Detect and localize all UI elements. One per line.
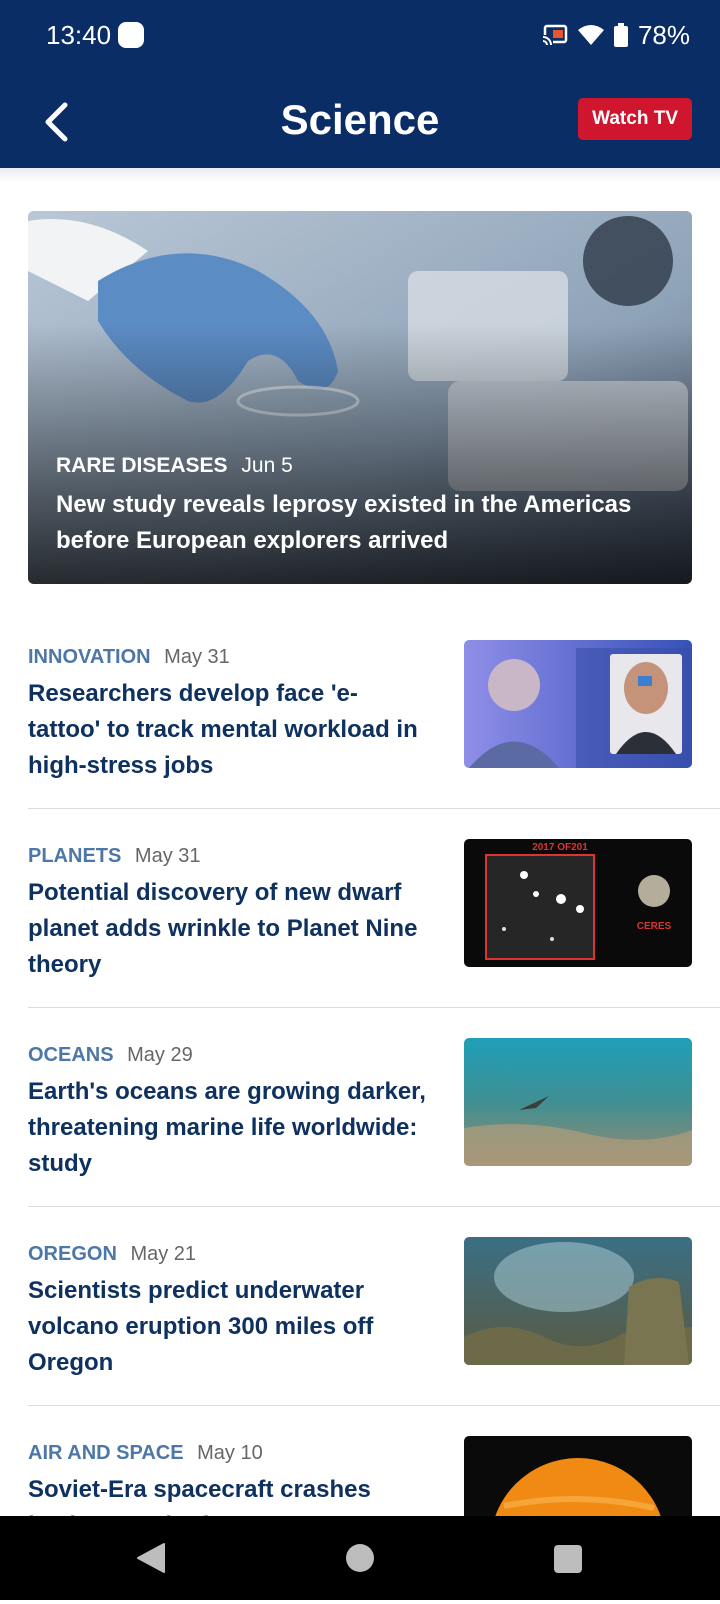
article-thumbnail[interactable] [464,1038,692,1166]
article-meta: AIR AND SPACE May 10 [28,1438,263,1468]
ocean-thumbnail-image [464,1038,692,1166]
article-date: May 31 [164,646,230,668]
article-item[interactable]: PLANETS May 31 Potential discovery of ne… [28,809,720,1008]
article-category[interactable]: INNOVATION [28,646,151,668]
cast-icon [541,24,568,46]
volcano-thumbnail-image [464,1237,692,1365]
article-category[interactable]: PLANETS [28,845,121,867]
article-meta: INNOVATION May 31 [28,642,230,672]
watch-tv-button[interactable]: Watch TV [578,98,692,140]
article-meta: OCEANS May 29 [28,1040,193,1070]
article-title[interactable]: Researchers develop face 'e-tattoo' to t… [28,676,428,784]
back-triangle-icon[interactable] [136,1542,166,1574]
article-thumbnail[interactable] [464,640,692,768]
article-category[interactable]: AIR AND SPACE [28,1442,184,1464]
article-item[interactable]: INNOVATION May 31 Researchers develop fa… [28,610,720,809]
thumbnail-label: 2017 OF201 [532,842,588,853]
article-item[interactable]: OREGON May 21 Scientists predict underwa… [28,1207,720,1406]
article-thumbnail[interactable]: 2017 OF201 CERES [464,839,692,967]
status-bar: 13:40 78% [0,0,720,72]
notification-icon [118,22,144,48]
app-bar-shadow [0,168,720,182]
home-circle-icon[interactable] [346,1544,374,1572]
article-item[interactable]: OCEANS May 29 Earth's oceans are growing… [28,1008,720,1207]
hero-category[interactable]: RARE DISEASES [56,454,228,477]
system-navigation-bar [0,1516,720,1600]
article-category[interactable]: OREGON [28,1243,117,1265]
hero-meta: RARE DISEASES Jun 5 [56,451,293,481]
battery-icon [613,23,628,47]
dwarf-planet-thumbnail-image: 2017 OF201 CERES [464,839,692,967]
article-title[interactable]: Scientists predict underwater volcano er… [28,1273,428,1381]
article-meta: OREGON May 21 [28,1239,196,1269]
hero-article[interactable]: RARE DISEASES Jun 5 New study reveals le… [28,211,692,584]
article-date: May 29 [127,1044,193,1066]
article-date: May 31 [134,845,201,867]
article-title[interactable]: Potential discovery of new dwarf planet … [28,875,428,983]
status-icons: 78% [541,18,690,52]
status-time: 13:40 [46,20,112,50]
app-bar: Science Watch TV [0,72,720,168]
article-title[interactable]: Earth's oceans are growing darker, threa… [28,1074,428,1182]
article-date: May 21 [130,1243,197,1265]
wifi-icon [577,25,604,45]
thumbnail-label: CERES [637,921,672,932]
article-thumbnail[interactable] [464,1237,692,1365]
article-date: May 10 [197,1442,263,1464]
battery-percent: 78% [637,20,690,50]
recents-square-icon[interactable] [554,1545,582,1573]
e-tattoo-thumbnail-image [464,640,692,768]
hero-title[interactable]: New study reveals leprosy existed in the… [56,487,656,559]
article-meta: PLANETS May 31 [28,841,201,871]
hero-date: Jun 5 [241,454,293,477]
article-list: INNOVATION May 31 Researchers develop fa… [28,610,720,1604]
article-category[interactable]: OCEANS [28,1044,114,1066]
